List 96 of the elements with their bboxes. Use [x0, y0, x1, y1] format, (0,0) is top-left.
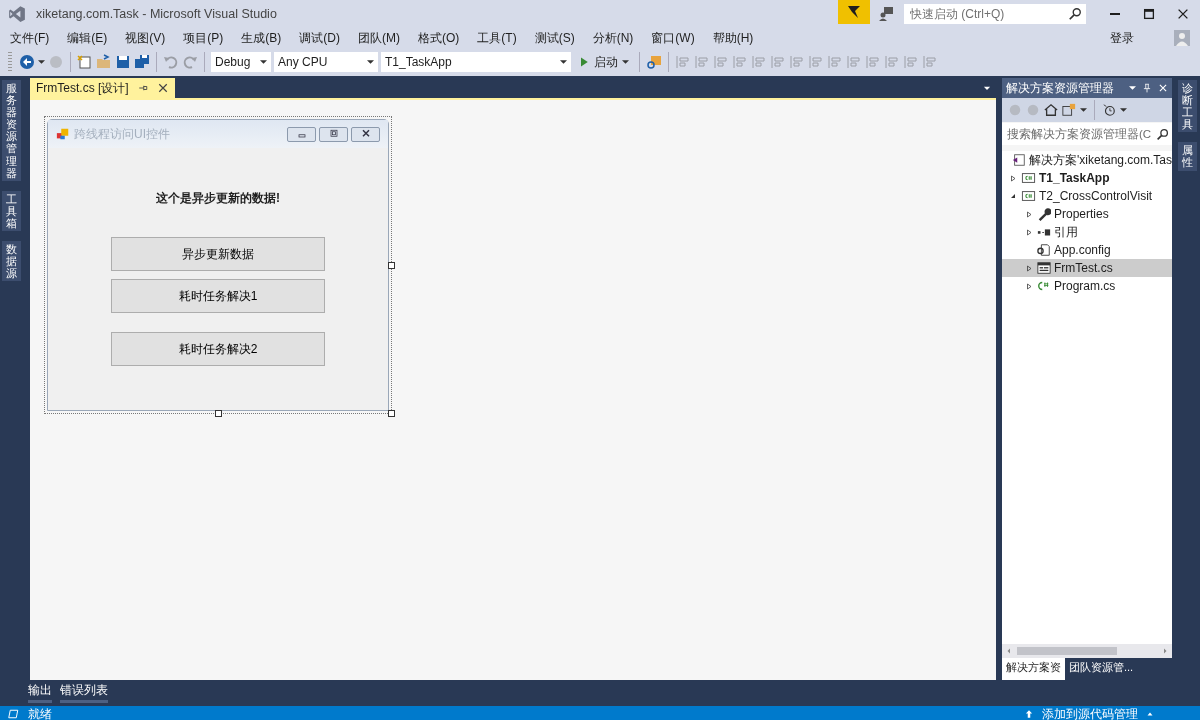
status-text: 就绪 — [28, 705, 52, 720]
panel-title: 解决方案资源管理器 — [1006, 79, 1114, 97]
tree-item[interactable]: Program.cs — [1002, 277, 1172, 295]
search-icon — [1156, 127, 1169, 141]
scroll-right-icon[interactable] — [1161, 646, 1169, 656]
side-tab[interactable]: 服务器资源管理器 — [1, 80, 21, 181]
find-icon[interactable] — [646, 54, 662, 70]
menu-item[interactable]: 格式(O) — [412, 29, 466, 47]
form-minimize-button[interactable] — [287, 126, 316, 142]
form-maximize-button[interactable] — [319, 126, 348, 142]
tree-item[interactable]: T2_CrossControlVisit — [1002, 187, 1172, 205]
dropdown-caret-icon[interactable] — [38, 60, 45, 64]
dropdown-caret-icon[interactable] — [1120, 108, 1127, 112]
menu-item[interactable]: 视图(V) — [119, 29, 172, 47]
history-icon[interactable] — [1102, 103, 1116, 117]
menu-item[interactable]: 工具(T) — [471, 29, 523, 47]
new-project-icon[interactable] — [77, 54, 93, 70]
save-icon[interactable] — [115, 54, 131, 70]
side-tab[interactable]: 工具箱 — [1, 190, 21, 232]
menu-item[interactable]: 窗口(W) — [645, 29, 701, 47]
form-button[interactable]: 耗时任务解决2 — [111, 332, 325, 366]
dropdown-caret-icon — [260, 60, 267, 64]
tool-window-tab[interactable]: 输出 — [28, 681, 52, 703]
save-all-icon[interactable] — [134, 54, 150, 70]
resize-handle[interactable] — [215, 410, 222, 417]
wrench-icon — [1037, 207, 1051, 221]
project-icon — [1021, 171, 1036, 185]
tool-window-tab[interactable]: 错误列表 — [60, 681, 108, 703]
close-icon[interactable] — [156, 82, 169, 94]
close-icon[interactable] — [1158, 83, 1168, 93]
source-control-button[interactable]: 添加到源代码管理 — [1042, 705, 1138, 720]
menu-item[interactable]: 项目(P) — [177, 29, 230, 47]
play-icon — [578, 55, 590, 69]
close-icon — [1176, 7, 1190, 21]
scroll-left-icon[interactable] — [1005, 646, 1013, 656]
tree-item[interactable]: App.config — [1002, 241, 1172, 259]
document-tab[interactable]: FrmTest.cs [设计] — [30, 78, 175, 98]
platform-dropdown[interactable]: Any CPU — [274, 52, 378, 72]
window-title: xiketang.com.Task - Microsoft Visual Studio — [36, 7, 277, 21]
search-icon — [1068, 7, 1082, 21]
configuration-dropdown[interactable]: Debug — [211, 52, 271, 72]
form-title: 跨线程访问UI控件 — [74, 125, 170, 143]
panel-tab[interactable]: 解决方案资 — [1002, 658, 1065, 680]
form-file-icon — [1037, 261, 1051, 275]
side-tab[interactable]: 诊断工具 — [1177, 80, 1197, 133]
home-icon[interactable] — [1044, 103, 1058, 117]
resize-handle[interactable] — [388, 262, 395, 269]
upload-arrow-icon — [1024, 708, 1034, 720]
dropdown-caret-icon — [367, 60, 374, 64]
solution-icon — [1012, 153, 1026, 167]
dropdown-caret-icon — [560, 60, 567, 64]
maximize-icon — [1142, 7, 1156, 21]
expanded-triangle-icon[interactable] — [1009, 192, 1017, 200]
resize-handle[interactable] — [388, 410, 395, 417]
side-tab[interactable]: 属性 — [1177, 142, 1197, 171]
menu-item[interactable]: 帮助(H) — [706, 29, 760, 47]
menu-item[interactable]: 文件(F) — [4, 29, 56, 47]
side-tab[interactable]: 数据源 — [1, 241, 21, 282]
panel-tab[interactable]: 团队资源管... — [1065, 658, 1138, 680]
config-file-icon — [1037, 243, 1051, 257]
form-label: 这个是异步更新的数据! — [156, 190, 280, 207]
start-button[interactable]: 启动 — [574, 52, 633, 72]
form-button[interactable]: 异步更新数据 — [111, 237, 325, 271]
form-close-button[interactable] — [351, 126, 380, 142]
minimize-icon — [1110, 13, 1120, 15]
visual-studio-logo-icon — [8, 5, 26, 23]
menu-item[interactable]: 测试(S) — [528, 29, 581, 47]
solution-view-icon[interactable] — [1062, 103, 1076, 117]
tree-item[interactable]: 引用 — [1002, 223, 1172, 241]
project-icon — [1021, 189, 1036, 203]
pin-icon[interactable] — [1142, 82, 1152, 94]
open-folder-icon[interactable] — [96, 54, 112, 70]
code-file-icon — [1037, 279, 1051, 293]
form-app-icon — [56, 127, 70, 141]
tree-item[interactable]: Properties — [1002, 205, 1172, 223]
menu-item[interactable]: 生成(B) — [235, 29, 288, 47]
form-button[interactable]: 耗时任务解决1 — [111, 279, 325, 313]
menu-item[interactable]: 分析(N) — [586, 29, 640, 47]
dropdown-caret-icon[interactable] — [1129, 86, 1136, 90]
feedback-icon[interactable] — [878, 6, 894, 22]
tree-item[interactable]: 解决方案'xiketang.com.Tas — [1002, 151, 1172, 169]
collapsed-triangle-icon[interactable] — [1009, 173, 1017, 183]
startup-project-dropdown[interactable]: T1_TaskApp — [381, 52, 571, 72]
tree-item[interactable]: FrmTest.cs — [1002, 259, 1172, 277]
status-icon — [8, 708, 20, 720]
menu-item[interactable]: 调试(D) — [293, 29, 346, 47]
notification-flag-button[interactable] — [838, 0, 870, 24]
menu-item[interactable]: 团队(M) — [352, 29, 406, 47]
scrollbar-thumb[interactable] — [1017, 647, 1117, 655]
quick-launch-field[interactable]: 快速启动 (Ctrl+Q) — [904, 4, 1086, 24]
search-field[interactable]: 搜索解决方案资源管理器(C — [1002, 123, 1172, 145]
sign-in-link[interactable]: 登录 — [1110, 29, 1134, 47]
tree-item[interactable]: T1_TaskApp — [1002, 169, 1172, 187]
menu-item[interactable]: 编辑(E) — [61, 29, 114, 47]
dropdown-caret-icon — [622, 60, 629, 64]
dropdown-caret-icon[interactable] — [1080, 108, 1087, 112]
